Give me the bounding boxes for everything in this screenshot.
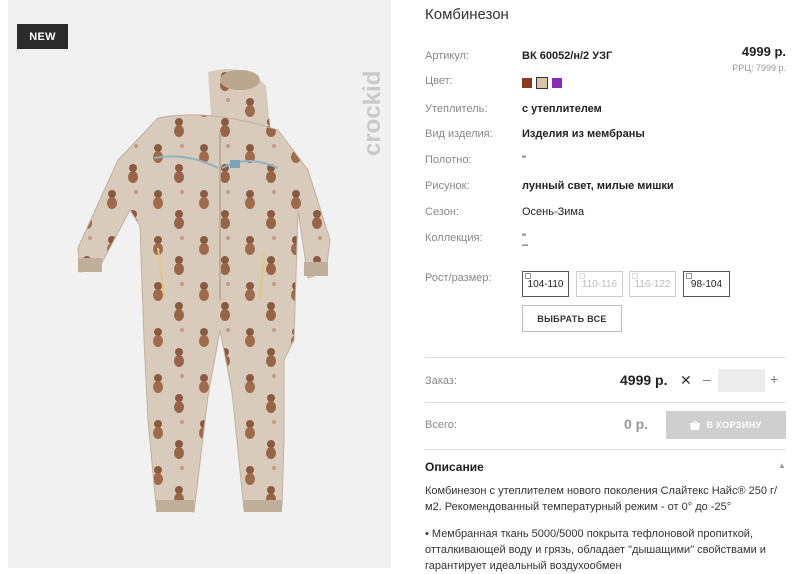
divider [425, 449, 786, 450]
brand-logo: crockid [359, 71, 386, 156]
select-all-button[interactable]: ВЫБРАТЬ ВСЕ [522, 305, 622, 332]
size-option-116-122[interactable]: 116-122 [629, 271, 676, 297]
size-option-label: 116-122 [634, 278, 671, 290]
attr-value-2: – [522, 239, 529, 251]
description-heading[interactable]: Описание [425, 460, 484, 474]
divider [425, 402, 786, 403]
attr-label: Коллекция: [425, 232, 483, 244]
new-badge: NEW [17, 24, 68, 49]
product-price: 4999 р. [741, 44, 786, 59]
attr-label: Рисунок: [425, 180, 470, 192]
description-text: отталкивающей воду и грязь, обладает "ды… [425, 544, 766, 556]
size-option-104-110[interactable]: 104-110 [522, 271, 569, 297]
total-price: 0 р. [624, 416, 649, 432]
basket-icon [690, 420, 701, 430]
size-option-110-116[interactable]: 110-116 [576, 271, 623, 297]
attr-value: ВК 60052/н/2 УЗГ [522, 50, 613, 62]
attr-value: с утеплителем [522, 103, 602, 115]
remove-icon[interactable]: ✕ [680, 372, 692, 389]
checkbox-icon [632, 273, 638, 279]
size-option-label: 98-104 [690, 278, 723, 290]
recommended-price: РРЦ: 7999 р. [732, 63, 786, 73]
divider [425, 357, 786, 358]
checkbox-icon [686, 273, 692, 279]
svg-text:crockid: crockid [359, 71, 386, 156]
attr-label: Утеплитель: [425, 103, 488, 115]
description-text: • Мембранная ткань 5000/5000 покрыта теф… [425, 528, 754, 540]
order-price: 4999 р. [620, 372, 668, 388]
checkbox-icon [525, 273, 531, 279]
description-text: м2. Рекомендованный температурный режим … [425, 501, 732, 513]
attr-label: Цвет: [425, 75, 453, 87]
checkbox-icon [579, 273, 585, 279]
increase-quantity-button[interactable]: + [770, 371, 778, 387]
total-label: Всего: [425, 419, 457, 431]
attr-label: Артикул: [425, 50, 470, 62]
product-title: Комбинезон [425, 6, 509, 23]
size-label: Рост/размер: [425, 272, 492, 284]
decrease-quantity-button[interactable]: – [703, 371, 711, 387]
collapse-caret-icon[interactable]: ▲ [778, 461, 786, 470]
product-photo [77, 69, 331, 513]
attr-label: Сезон: [425, 206, 459, 218]
quantity-input[interactable] [718, 369, 765, 392]
order-label: Заказ: [425, 375, 457, 387]
attr-value: лунный свет, милые мишки [522, 180, 674, 192]
color-swatch-brown[interactable] [522, 78, 532, 88]
attr-label: Вид изделия: [425, 128, 493, 140]
color-swatch-purple[interactable] [552, 78, 562, 88]
description-text: гарантирует идеальный воздухообмен [425, 560, 622, 572]
attr-value: Осень-Зима [522, 206, 585, 218]
size-option-label: 110-116 [581, 278, 618, 290]
size-option-label: 104-110 [527, 278, 564, 290]
size-option-98-104[interactable]: 98-104 [683, 271, 730, 297]
add-to-cart-button[interactable]: В КОРЗИНУ [666, 411, 786, 439]
attr-value: Изделия из мембраны [522, 128, 645, 140]
description-text: Комбинезон с утеплителем нового поколени… [425, 485, 778, 497]
attr-value: " [522, 154, 526, 166]
add-to-cart-label: В КОРЗИНУ [706, 420, 762, 430]
color-swatch-beige[interactable] [536, 77, 548, 89]
attr-label: Полотно: [425, 154, 472, 166]
product-image-panel[interactable]: NEW crockid [8, 0, 391, 568]
